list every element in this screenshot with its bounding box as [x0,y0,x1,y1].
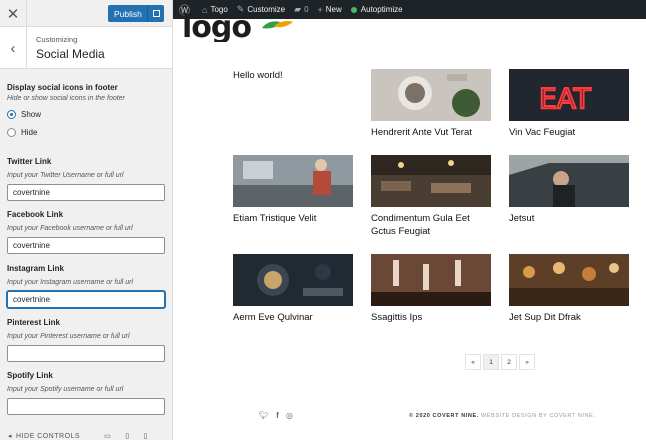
radio-hide-input[interactable] [7,128,16,137]
svg-text:EAT: EAT [539,82,592,115]
admin-bar-new[interactable]: + New [318,5,342,15]
comment-icon: ▰ [294,4,302,14]
radio-hide[interactable]: Hide [7,128,37,137]
radio-hide-label: Hide [21,128,38,137]
post-title[interactable]: Aerm Eve Qulvinar [233,311,359,324]
car-photo-icon [509,155,629,207]
post-thumbnail[interactable]: EAT [509,69,629,121]
page-button[interactable]: 1 [483,354,499,370]
post-thumbnail[interactable] [233,254,353,306]
footer-copyright: © 2020 COVERT NINE. WEBSITE DESIGN BY CO… [409,413,596,419]
pagination: « 1 2 » [465,354,537,370]
pinterest-title: Pinterest Link [7,318,60,327]
twitter-description: Input your Twitter Username or full url [7,172,124,179]
desktop-preview-icon[interactable]: ▭ [104,432,111,440]
page-button[interactable]: 2 [501,354,517,370]
display-social-description: Hide or show social icons in the footer [7,95,125,102]
restaurant-photo-icon [371,155,491,207]
hide-controls-icon[interactable]: ◂ [8,432,12,440]
breadcrumb: Customizing [36,35,78,44]
admin-bar-autoptimize[interactable]: Autoptimize [350,5,403,14]
plus-icon: + [317,4,323,15]
pinterest-description: Input your Pinterest username or full ur… [7,333,130,340]
customize-label: Customize [247,5,286,14]
instagram-icon[interactable]: ◎ [286,411,293,420]
post-title[interactable]: Ssagittis Ips [371,311,497,324]
facebook-field[interactable]: covertnine [7,237,165,254]
spotify-title: Spotify Link [7,371,53,380]
customizer-panel: ✕ Publish ‹ Customizing Social Media Dis… [0,0,173,440]
buffet-photo-icon [509,254,629,306]
pinterest-field[interactable] [7,345,165,362]
back-icon[interactable]: ‹ [0,27,27,69]
facebook-title: Facebook Link [7,210,64,219]
autoptimize-label: Autoptimize [360,5,403,14]
customizer-footer: ◂ HIDE CONTROLS ▭ ▯ ▯ [0,430,172,440]
instagram-title: Instagram Link [7,264,64,273]
close-icon[interactable]: ✕ [0,0,27,27]
status-dot-icon [350,6,357,13]
kitchen-photo-icon [233,155,353,207]
post-title[interactable]: Jet Sup Dit Dfrak [509,311,635,324]
spotify-field[interactable] [7,398,165,415]
home-icon: ⌂ [202,4,208,15]
comment-count: 0 [304,5,309,14]
admin-bar-site[interactable]: ⌂ Togo [202,5,228,15]
post-title[interactable]: Vin Vac Feugiat [509,126,635,139]
copyright-text: © 2020 COVERT NINE. [409,413,479,419]
post-title[interactable]: Condimentum Gula Eet Gctus Feugiat [371,212,497,238]
radio-show[interactable]: Show [7,110,41,119]
site-logo[interactable]: logo [182,14,251,42]
spotify-description: Input your Spotify username or full url [7,386,124,393]
neon-sign-photo-icon: EAT [509,69,629,121]
site-name: Togo [210,5,228,14]
design-credit[interactable]: WEBSITE DESIGN BY COVERT NINE. [479,413,596,419]
post-thumbnail[interactable] [233,155,353,207]
next-page-button[interactable]: » [519,354,535,370]
tablet-preview-icon[interactable]: ▯ [125,432,129,440]
new-label: New [325,5,342,14]
post-thumbnail[interactable] [509,254,629,306]
publish-button[interactable]: Publish [108,5,164,22]
post-title[interactable]: Etiam Tristique Velit [233,212,359,225]
customizer-header: ✕ Publish [0,0,172,27]
section-header: ‹ Customizing Social Media [0,27,172,69]
facebook-description: Input your Facebook username or full url [7,225,133,232]
facebook-icon[interactable]: f [276,411,279,420]
twitter-title: Twitter Link [7,157,52,166]
radio-show-label: Show [21,110,42,119]
twitter-field[interactable]: covertnine [7,184,165,201]
post-title[interactable]: Jetsut [509,212,635,225]
display-social-title: Display social icons in footer [7,83,118,92]
hide-controls-button[interactable]: HIDE CONTROLS [16,433,80,440]
admin-bar-comments[interactable]: ▰ 0 [294,4,308,15]
publish-label: Publish [114,8,142,19]
post-thumbnail[interactable] [371,155,491,207]
instagram-field[interactable]: covertnine [7,291,165,308]
post-thumbnail[interactable] [371,254,491,306]
radio-show-input[interactable] [7,110,16,119]
prev-page-button[interactable]: « [465,354,481,370]
post-title[interactable]: Hendrerit Ante Vut Terat [371,126,497,139]
post-thumbnail[interactable] [371,69,491,121]
post-thumbnail[interactable] [509,155,629,207]
food-photo-icon [371,69,491,121]
logo-leaf-icon [262,21,293,29]
instagram-description: Input your Instagram username or full ur… [7,279,134,286]
post-title[interactable]: Hello world! [233,69,359,82]
section-title: Social Media [36,47,105,61]
dark-food-photo-icon [233,254,353,306]
footer-social-icons: 🐦︎ f ◎ [259,411,293,420]
publish-settings-icon[interactable] [147,5,164,22]
twitter-icon[interactable]: 🐦︎ [259,411,269,420]
mobile-preview-icon[interactable]: ▯ [144,432,148,440]
wine-glasses-photo-icon [371,254,491,306]
